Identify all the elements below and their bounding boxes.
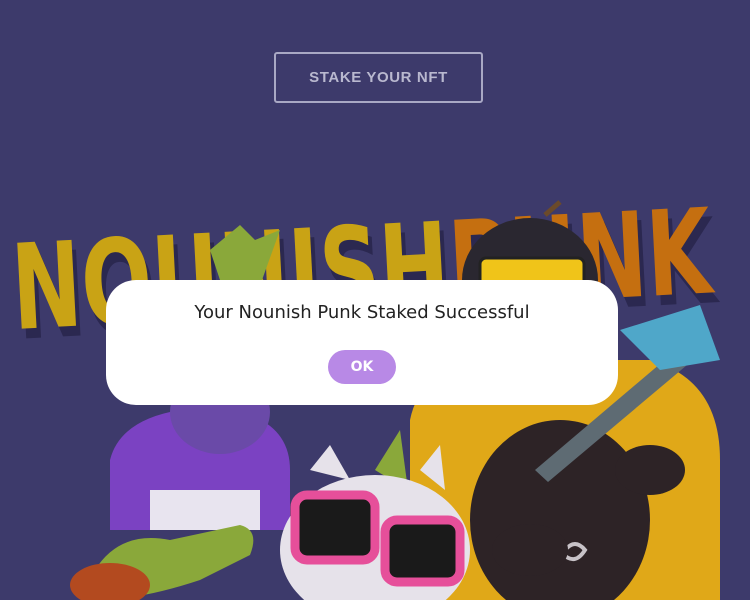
success-modal: Your Nounish Punk Staked Successful OK	[106, 280, 618, 405]
ok-button[interactable]: OK	[328, 350, 396, 384]
modal-message: Your Nounish Punk Staked Successful	[194, 302, 530, 323]
stake-your-nft-button[interactable]: STAKE YOUR NFT	[274, 52, 483, 103]
